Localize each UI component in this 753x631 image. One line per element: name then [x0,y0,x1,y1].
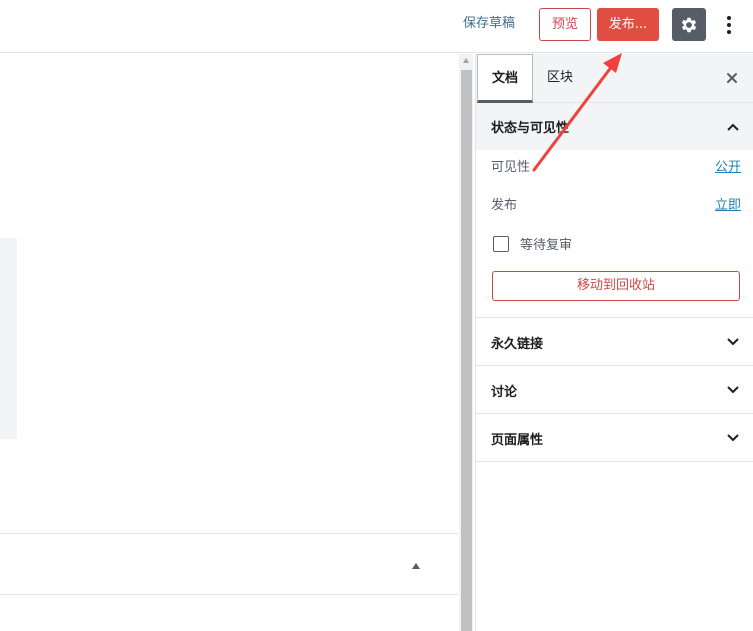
visibility-link[interactable]: 公开 [715,156,741,175]
editor-header: 保存草稿 预览 发布... [0,0,753,53]
publish-button[interactable]: 发布... [597,8,659,41]
move-to-trash-button[interactable]: 移动到回收站 [492,271,740,301]
more-vertical-icon [727,16,731,34]
visibility-label: 可见性 [491,160,531,175]
divider [476,461,753,462]
settings-sidebar: 文档 区块 状态与可见性 可见性 公开 发布 立即 等待复审 移动到回收站 永久… [475,54,753,631]
publish-date-link[interactable]: 立即 [715,194,741,213]
visibility-row: 可见性 公开 [491,156,741,175]
tab-document[interactable]: 文档 [477,54,533,103]
panel-permalink[interactable]: 永久链接 [476,318,753,366]
settings-button[interactable] [672,8,706,41]
chevron-down-icon [727,434,739,442]
panel-title: 页面属性 [491,432,544,448]
chevron-down-icon [727,386,739,394]
close-icon [727,73,737,83]
editor-canvas[interactable] [0,54,458,631]
panel-title: 状态与可见性 [491,121,570,136]
gear-icon [681,17,697,32]
chevron-up-icon [727,123,739,131]
more-options-button[interactable] [718,10,740,40]
close-sidebar-button[interactable] [723,69,741,87]
panel-discussion[interactable]: 讨论 [476,366,753,414]
save-draft-button[interactable]: 保存草稿 [457,11,521,37]
pending-review-option[interactable]: 等待复审 [493,234,572,253]
pending-review-checkbox[interactable] [493,235,509,252]
sidebar-tabs: 文档 区块 [476,54,753,103]
triangle-up-icon [412,563,420,569]
publish-row: 发布 立即 [491,194,741,213]
preview-button[interactable]: 预览 [539,8,591,41]
meta-box-area [0,533,458,595]
meta-box-toggle[interactable] [410,560,422,572]
panel-title: 讨论 [491,384,518,400]
scroll-up-arrow-icon[interactable] [462,57,470,65]
publish-label: 发布 [491,198,518,213]
scrollbar-thumb[interactable] [461,70,472,631]
tab-block[interactable]: 区块 [534,54,586,103]
pending-review-label: 等待复审 [520,238,573,253]
panel-status-visibility[interactable]: 状态与可见性 [476,103,753,150]
content-block-placeholder[interactable] [0,238,17,439]
panel-title: 永久链接 [491,336,544,352]
panel-page-attributes[interactable]: 页面属性 [476,414,753,462]
chevron-down-icon [727,338,739,346]
